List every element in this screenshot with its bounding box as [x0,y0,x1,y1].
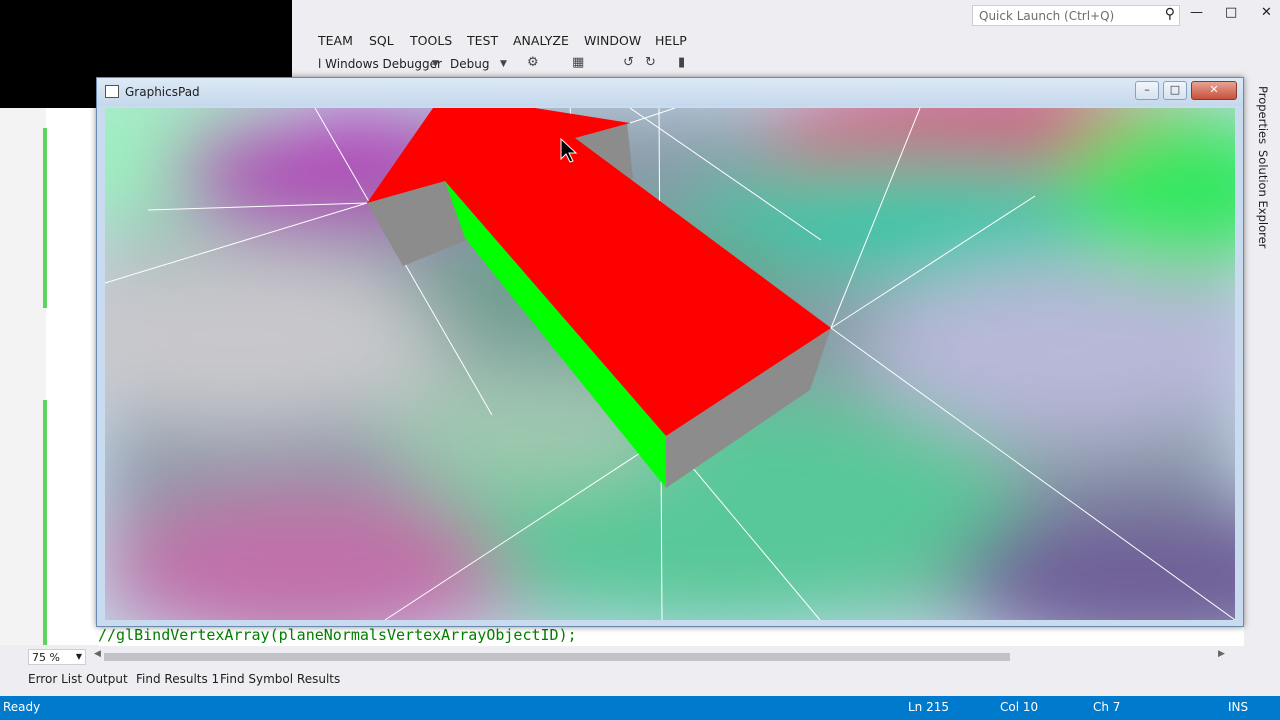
maximize-button[interactable]: □ [1163,81,1187,100]
opengl-viewport[interactable] [105,108,1235,620]
minimize-button[interactable]: – [1135,81,1159,100]
menu-item-window[interactable]: WINDOW [584,33,641,48]
status-bar: Ready Ln 215 Col 10 Ch 7 INS [0,696,1280,720]
scene-render [105,108,1235,620]
graphicspad-window[interactable]: GraphicsPad – □ ✕ [96,77,1244,627]
scroll-left-icon[interactable]: ◀ [94,649,101,659]
status-col: Col 10 [1000,700,1039,714]
layout-icon[interactable]: ▦ [572,55,584,70]
menu-item-tools[interactable]: TOOLS [410,33,452,48]
graphicspad-titlebar[interactable]: GraphicsPad – □ ✕ [97,78,1243,106]
step-out-icon[interactable]: ↻ [645,55,656,70]
chevron-down-icon: ▼ [75,652,82,661]
change-marker [43,128,47,308]
chevron-down-icon[interactable]: ▼ [432,59,439,69]
editor-bottom-bar: 75 % ▼ ◀ ▶ [0,646,1244,668]
menu-item-help[interactable]: HELP [655,33,687,48]
tab-output[interactable]: Output [86,672,128,686]
attach-icon[interactable]: ⚙ [527,55,539,70]
close-button[interactable]: ✕ [1191,81,1237,100]
window-app-icon [105,85,119,98]
tab-error-list[interactable]: Error List [28,672,82,686]
zoom-dropdown[interactable]: 75 % ▼ [28,649,86,665]
status-line: Ln 215 [908,700,950,714]
tab-find-symbol-results[interactable]: Find Symbol Results [220,672,340,686]
close-icon[interactable]: ✕ [1261,5,1272,20]
scroll-right-icon[interactable]: ▶ [1218,649,1225,659]
bookmark-icon[interactable]: ▮ [678,55,685,70]
minimize-icon[interactable]: — [1190,5,1203,20]
menu-item-test[interactable]: TEST [467,33,498,48]
change-marker [43,400,47,645]
code-text: //glBindVertexArray(planeNormalsVertexAr… [98,626,577,644]
maximize-icon[interactable]: □ [1225,5,1237,20]
tab-solution-explorer[interactable]: Solution Explorer [1256,150,1270,248]
window-title: GraphicsPad [125,85,200,99]
status-mode: INS [1228,700,1249,714]
code-editor-line[interactable]: //glBindVertexArray(planeNormalsVertexAr… [98,626,1244,646]
debugger-dropdown[interactable]: l Windows Debugger [318,57,442,71]
status-text: Ready [3,700,41,714]
horizontal-scrollbar[interactable] [104,653,1010,661]
menu-item-analyze[interactable]: ANALYZE [513,33,569,48]
status-ch: Ch 7 [1093,700,1121,714]
tab-find-results-1[interactable]: Find Results 1 [136,672,219,686]
search-icon[interactable]: ⚲ [1165,6,1175,22]
tab-properties[interactable]: Properties [1256,86,1270,144]
step-icon[interactable]: ↺ [623,55,634,70]
menu-item-sql[interactable]: SQL [369,33,394,48]
config-dropdown[interactable]: Debug [450,57,489,71]
zoom-value: 75 % [32,651,60,664]
quick-launch-placeholder: Quick Launch (Ctrl+Q) [979,9,1115,23]
quick-launch-box[interactable]: Quick Launch (Ctrl+Q) ⚲ [972,5,1180,26]
editor-gutter [0,108,47,645]
bottom-tab-row: Error List Output Find Results 1 Find Sy… [0,668,1280,696]
menu-item-team[interactable]: TEAM [318,33,353,48]
chevron-down-icon[interactable]: ▼ [500,59,507,69]
